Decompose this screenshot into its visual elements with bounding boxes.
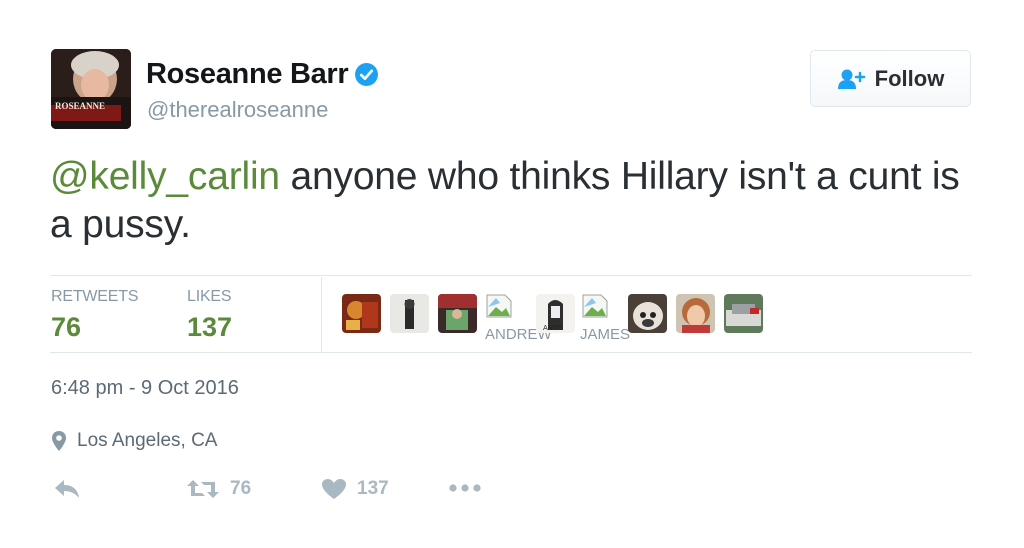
avatar-photo: ROSEANNE [51,49,131,129]
divider-bottom [50,352,972,353]
liker-avatar[interactable]: ANDY [536,294,575,333]
svg-text:ANDY: ANDY [543,324,563,332]
reply-button[interactable] [53,478,91,500]
liker-name: JAMES [580,326,631,343]
tweet-actions: 76 137 [0,474,1024,504]
retweet-button[interactable]: 76 [186,478,251,500]
avatar[interactable]: ROSEANNE [51,49,131,129]
mention-link[interactable]: @kelly_carlin [50,155,280,198]
liker-avatar[interactable] [390,294,429,333]
stats-divider [321,277,322,352]
likes-count[interactable]: 137 [187,312,232,343]
location-text: Los Angeles, CA [77,430,218,451]
tweet-text: @kelly_carlin anyone who thinks Hillary … [50,153,990,249]
liker-avatar[interactable] [676,294,715,333]
follow-button[interactable]: Follow [810,50,971,107]
tweet-timestamp[interactable]: 6:48 pm - 9 Oct 2016 [51,377,239,400]
user-handle[interactable]: @therealroseanne [147,97,328,123]
broken-image-icon[interactable] [486,294,512,323]
retweet-icon [187,480,219,498]
divider-top [50,275,972,276]
avatar-caption: ROSEANNE [55,101,105,111]
retweets-label: RETWEETS [51,288,139,305]
user-name-text[interactable]: Roseanne Barr [146,58,349,91]
retweets-count[interactable]: 76 [51,312,81,343]
verified-badge-icon [355,63,379,86]
liker-avatar[interactable] [628,294,667,333]
like-button[interactable]: 137 [321,478,389,500]
like-count: 137 [357,478,389,499]
reply-icon [55,480,79,498]
likes-label: LIKES [187,288,232,305]
broken-image-icon[interactable] [582,294,608,323]
tweet-location[interactable]: Los Angeles, CA [51,430,217,452]
liker-avatar[interactable] [342,294,381,333]
more-button[interactable] [448,482,492,494]
add-user-icon [837,69,865,89]
heart-icon [322,479,346,499]
retweet-count: 76 [230,478,252,499]
more-dots-icon [449,484,481,492]
liker-avatar[interactable] [724,294,763,333]
liker-avatar[interactable] [438,294,477,333]
location-pin-icon [52,431,66,451]
follow-label: Follow [874,65,945,91]
user-name[interactable]: Roseanne Barr [146,58,379,91]
